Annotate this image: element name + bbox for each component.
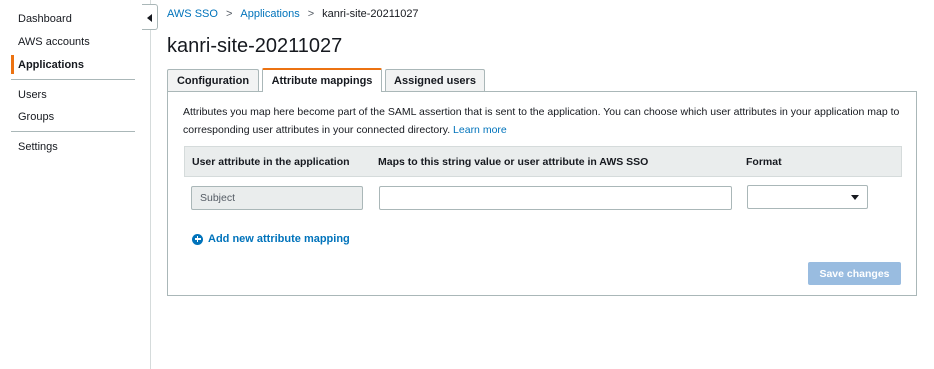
column-header-maps-to: Maps to this string value or user attrib… (378, 156, 649, 168)
sidebar-item-users[interactable]: Users (18, 89, 47, 101)
sidebar-divider (11, 79, 135, 80)
tab-configuration[interactable]: Configuration (167, 69, 259, 92)
maps-to-input[interactable] (379, 186, 732, 210)
save-changes-button[interactable]: Save changes (808, 262, 901, 285)
add-attribute-mapping-button[interactable]: Add new attribute mapping (192, 233, 350, 245)
breadcrumb-link-aws-sso[interactable]: AWS SSO (167, 8, 218, 20)
table-header: User attribute in the application Maps t… (184, 146, 902, 177)
sidebar-item-applications[interactable]: Applications (18, 59, 84, 71)
breadcrumb-separator: > (225, 8, 233, 20)
plus-circle-icon (192, 233, 203, 245)
column-header-format: Format (746, 156, 782, 168)
add-attribute-mapping-label: Add new attribute mapping (208, 233, 350, 245)
breadcrumb: AWS SSO > Applications > kanri-site-2021… (167, 8, 419, 20)
panel-description: Attributes you map here become part of t… (183, 104, 905, 139)
sidebar-item-dashboard[interactable]: Dashboard (18, 13, 72, 25)
caret-left-icon (147, 14, 152, 22)
chevron-down-icon (851, 195, 859, 200)
page-title: kanri-site-20211027 (167, 35, 343, 57)
breadcrumb-current: kanri-site-20211027 (322, 8, 419, 20)
sidebar-item-settings[interactable]: Settings (18, 141, 58, 153)
sidebar-divider (11, 131, 135, 132)
tab-attribute-mappings[interactable]: Attribute mappings (262, 68, 382, 92)
format-select[interactable] (747, 185, 868, 209)
sidebar: Dashboard AWS accounts Applications User… (0, 0, 151, 369)
collapse-sidebar-button[interactable] (142, 4, 158, 30)
user-attribute-field: Subject (191, 186, 363, 210)
sidebar-active-indicator (11, 55, 14, 74)
breadcrumb-link-applications[interactable]: Applications (240, 8, 299, 20)
sidebar-item-aws-accounts[interactable]: AWS accounts (18, 36, 90, 48)
breadcrumb-separator: > (307, 8, 315, 20)
tab-assigned-users[interactable]: Assigned users (385, 69, 485, 92)
description-text: Attributes you map here become part of t… (183, 106, 900, 136)
attribute-mappings-panel: Attributes you map here become part of t… (167, 91, 917, 296)
column-header-user-attribute: User attribute in the application (192, 156, 350, 168)
learn-more-link[interactable]: Learn more (453, 124, 507, 136)
sidebar-item-groups[interactable]: Groups (18, 111, 54, 123)
